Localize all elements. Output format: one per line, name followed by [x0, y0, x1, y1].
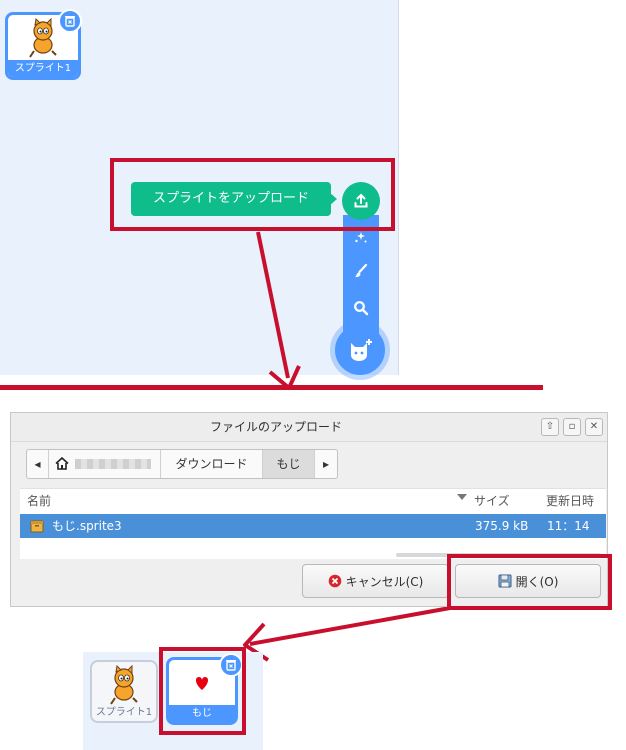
- cat-sprite-icon: [110, 664, 138, 705]
- sprite-label: スプライト1: [95, 707, 153, 718]
- column-modified[interactable]: 更新日時: [546, 492, 594, 509]
- sort-arrow-icon: [457, 494, 467, 500]
- restore-icon[interactable]: ⇧: [541, 418, 559, 436]
- column-size[interactable]: サイズ: [474, 492, 510, 509]
- close-icon[interactable]: ✕: [585, 418, 603, 436]
- column-name[interactable]: 名前: [27, 492, 51, 509]
- file-name: もじ.sprite3: [52, 519, 122, 533]
- annotation-box-open: [447, 554, 612, 610]
- annotation-box-sprite: [159, 647, 246, 735]
- path-bar: ◂ ダウンロード もじ ▸: [26, 449, 338, 479]
- cancel-label: キャンセル(C): [345, 574, 424, 589]
- file-size: 375.9 kB: [475, 519, 529, 533]
- sprite-tile-1[interactable]: スプライト1: [90, 660, 158, 723]
- maximize-icon[interactable]: ▫: [563, 418, 581, 436]
- archive-icon: [30, 520, 44, 533]
- redacted-username: [75, 459, 151, 469]
- path-home[interactable]: [49, 450, 161, 478]
- path-segment-downloads[interactable]: ダウンロード: [161, 450, 263, 478]
- file-time: 11：14: [547, 519, 590, 533]
- path-forward-icon[interactable]: ▸: [315, 450, 337, 478]
- file-list: 名前 サイズ 更新日時 もじ.sprite3 375.9 kB 11：14: [20, 488, 606, 559]
- cancel-button[interactable]: キャンセル(C): [302, 564, 449, 598]
- dialog-title: ファイルのアップロード: [209, 420, 342, 434]
- cancel-icon: [328, 574, 341, 588]
- path-back-icon[interactable]: ◂: [27, 450, 49, 478]
- home-icon: [55, 457, 69, 470]
- path-segment-moji[interactable]: もじ: [263, 450, 315, 478]
- file-row[interactable]: もじ.sprite3 375.9 kB 11：14: [20, 514, 606, 538]
- dialog-titlebar: ファイルのアップロード ⇧ ▫ ✕: [11, 413, 607, 442]
- annotation-arrows: [243, 231, 451, 662]
